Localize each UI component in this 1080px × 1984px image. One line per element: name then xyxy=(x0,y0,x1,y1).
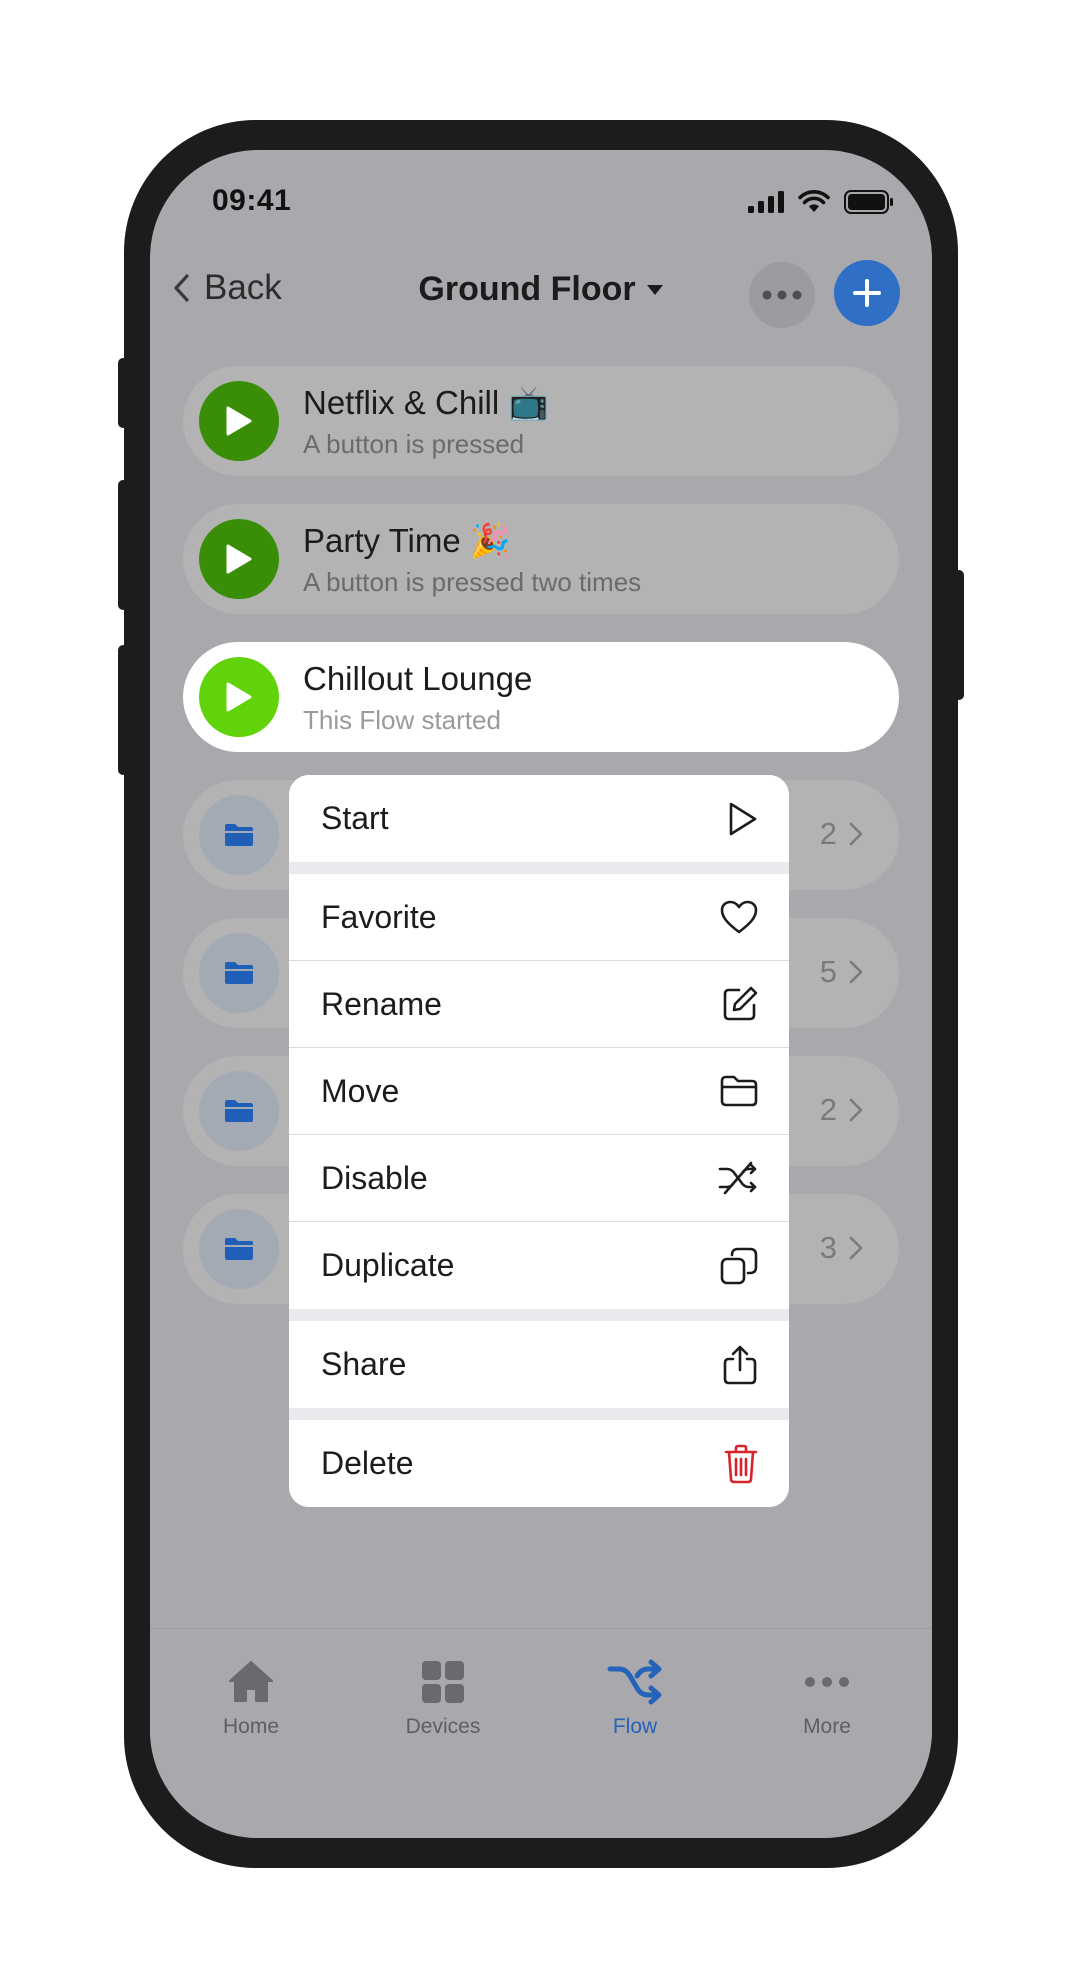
shuffle-disabled-icon xyxy=(718,1161,757,1195)
wifi-icon xyxy=(798,190,830,212)
tab-flow[interactable]: Flow xyxy=(555,1655,715,1739)
menu-label: Start xyxy=(321,800,389,836)
flow-name: Chillout Lounge xyxy=(303,660,533,697)
tab-more[interactable]: More xyxy=(747,1655,907,1739)
duplicate-icon xyxy=(720,1247,758,1284)
flow-name: Party Time 🎉 xyxy=(303,522,511,559)
menu-separator xyxy=(289,1309,789,1321)
folder-icon-badge xyxy=(199,1071,279,1151)
chevron-right-icon xyxy=(849,1098,863,1122)
folder-icon xyxy=(225,1238,253,1260)
flow-description: This Flow started xyxy=(303,705,501,735)
folder-count: 2 xyxy=(820,816,863,852)
menu-item-rename[interactable]: Rename xyxy=(289,961,789,1048)
menu-label: Share xyxy=(321,1346,407,1382)
tab-bar: Home Devices Flow More xyxy=(150,1628,932,1838)
plus-icon xyxy=(853,279,881,307)
heart-icon xyxy=(720,900,758,934)
flow-context-menu: Start Favorite Rename Move Disable Dupli… xyxy=(289,775,789,1507)
menu-label: Disable xyxy=(321,1159,428,1196)
folder-icon-badge xyxy=(199,933,279,1013)
menu-item-duplicate[interactable]: Duplicate xyxy=(289,1222,789,1309)
signal-icon xyxy=(748,191,784,213)
battery-icon xyxy=(844,190,893,214)
folder-count: 5 xyxy=(820,954,863,990)
menu-label: Favorite xyxy=(321,898,437,935)
menu-item-share[interactable]: Share xyxy=(289,1321,789,1408)
menu-label: Rename xyxy=(321,985,442,1022)
folder-count: 2 xyxy=(820,1092,863,1128)
chevron-right-icon xyxy=(849,1236,863,1260)
play-flow-button[interactable] xyxy=(199,657,279,737)
menu-label: Delete xyxy=(321,1445,414,1481)
menu-item-move[interactable]: Move xyxy=(289,1048,789,1135)
flow-description: A button is pressed xyxy=(303,429,525,459)
folder-icon xyxy=(225,962,253,984)
folder-count: 3 xyxy=(820,1230,863,1266)
menu-item-favorite[interactable]: Favorite xyxy=(289,874,789,961)
caret-down-icon xyxy=(646,284,663,295)
menu-item-disable[interactable]: Disable xyxy=(289,1135,789,1222)
play-flow-button[interactable] xyxy=(199,519,279,599)
trash-icon xyxy=(724,1444,758,1483)
tab-label: Home xyxy=(222,1715,280,1738)
folder-count-value: 2 xyxy=(819,1092,837,1127)
home-icon xyxy=(229,1661,273,1702)
menu-item-delete[interactable]: Delete xyxy=(289,1420,789,1507)
flow-card-netflix-chill[interactable]: Netflix & Chill 📺 A button is pressed xyxy=(183,366,899,476)
zone-title-text: Ground Floor xyxy=(418,270,636,308)
zone-selector[interactable]: Ground Floor xyxy=(418,270,663,309)
ellipsis-icon xyxy=(762,290,802,300)
menu-separator xyxy=(289,862,789,874)
tab-home[interactable]: Home xyxy=(171,1655,331,1739)
chevron-right-icon xyxy=(849,960,863,984)
shuffle-icon xyxy=(607,1659,662,1705)
edit-icon xyxy=(723,986,758,1021)
status-icons xyxy=(748,190,894,214)
flow-description: A button is pressed two times xyxy=(303,567,642,597)
play-outline-icon xyxy=(729,802,757,835)
flow-card-party-time[interactable]: Party Time 🎉 A button is pressed two tim… xyxy=(183,504,899,614)
folder-icon xyxy=(225,824,253,846)
tab-devices[interactable]: Devices xyxy=(363,1655,523,1739)
folder-icon-badge xyxy=(199,1209,279,1289)
menu-label: Duplicate xyxy=(321,1247,455,1283)
flow-card-chillout-lounge[interactable]: Chillout Lounge This Flow started xyxy=(183,642,899,752)
folder-count-value: 3 xyxy=(819,1230,837,1265)
folder-count-value: 2 xyxy=(819,816,837,851)
play-icon xyxy=(226,406,252,436)
folder-outline-icon xyxy=(720,1075,758,1107)
more-options-button[interactable] xyxy=(749,262,815,328)
play-icon xyxy=(226,544,252,574)
menu-item-start[interactable]: Start xyxy=(289,775,789,862)
add-flow-button[interactable] xyxy=(834,260,900,326)
status-time: 09:41 xyxy=(212,184,292,217)
menu-label: Move xyxy=(321,1072,400,1109)
folder-icon xyxy=(225,1100,253,1122)
tab-label: More xyxy=(803,1715,851,1738)
menu-separator xyxy=(289,1408,789,1420)
tab-label: Flow xyxy=(612,1715,658,1738)
play-flow-button[interactable] xyxy=(199,381,279,461)
phone-frame: 09:41 Back Ground Floor Netflix & Chill … xyxy=(124,120,958,1868)
chevron-right-icon xyxy=(849,822,863,846)
screen: 09:41 Back Ground Floor Netflix & Chill … xyxy=(150,150,932,1838)
play-icon xyxy=(226,682,252,712)
flow-name: Netflix & Chill 📺 xyxy=(303,384,550,421)
share-icon xyxy=(723,1345,757,1384)
tab-label: Devices xyxy=(405,1715,481,1738)
dots-icon xyxy=(805,1677,849,1687)
grid-icon xyxy=(422,1661,464,1703)
folder-icon-badge xyxy=(199,795,279,875)
folder-count-value: 5 xyxy=(819,954,837,989)
